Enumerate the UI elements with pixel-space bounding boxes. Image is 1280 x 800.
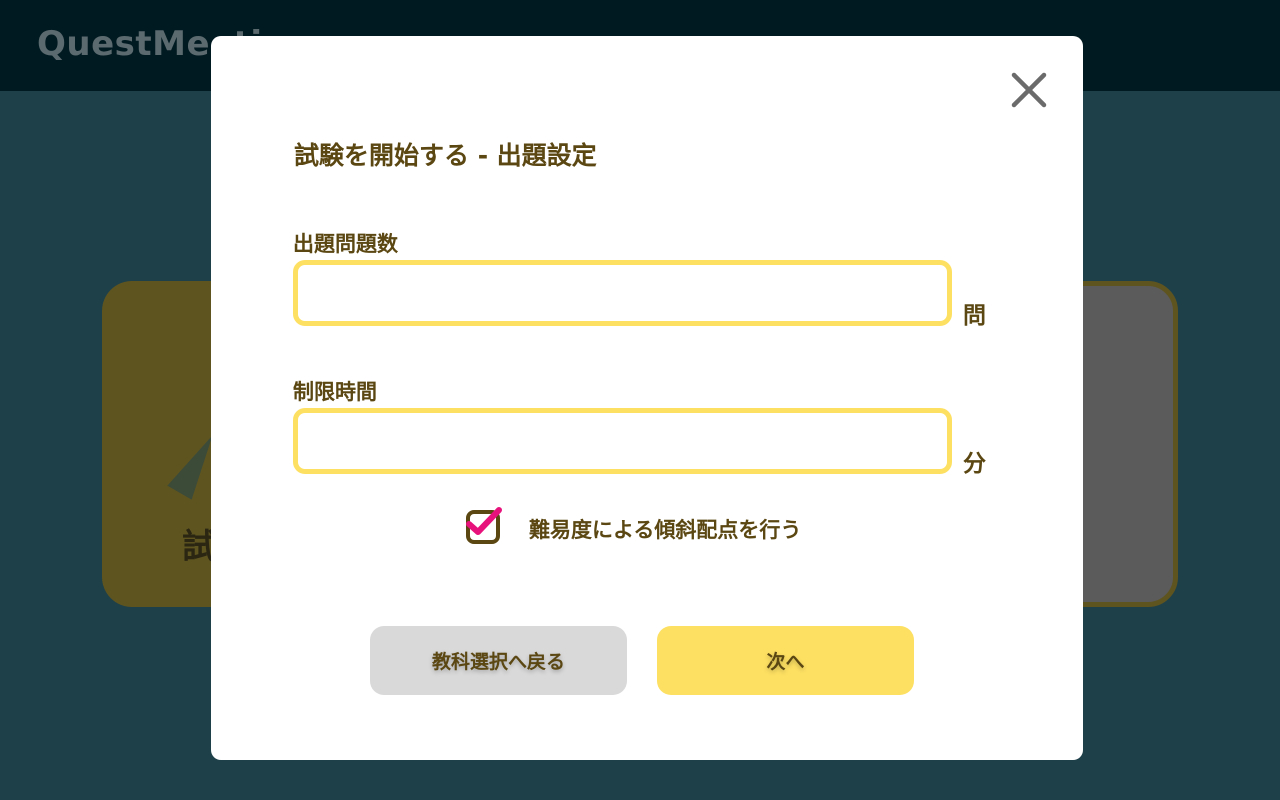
close-icon	[1011, 72, 1047, 108]
question-count-unit: 問	[963, 303, 986, 329]
back-to-subject-button[interactable]: 教科選択へ戻る	[370, 626, 627, 695]
question-count-label: 出題問題数	[293, 232, 398, 256]
time-limit-label: 制限時間	[293, 380, 377, 404]
exam-settings-modal: 試験を開始する - 出題設定 出題問題数 問 制限時間 分 難易度による傾斜配点…	[211, 36, 1083, 760]
time-limit-input[interactable]	[293, 408, 952, 474]
next-button[interactable]: 次へ	[657, 626, 914, 695]
time-limit-unit: 分	[963, 451, 986, 477]
weighted-scoring-label: 難易度による傾斜配点を行う	[529, 518, 802, 542]
question-count-input[interactable]	[293, 260, 952, 326]
close-button[interactable]	[1011, 72, 1047, 108]
weighted-scoring-checkbox[interactable]	[466, 507, 502, 544]
modal-title: 試験を開始する - 出題設定	[294, 141, 597, 170]
checkmark-icon	[466, 507, 502, 535]
